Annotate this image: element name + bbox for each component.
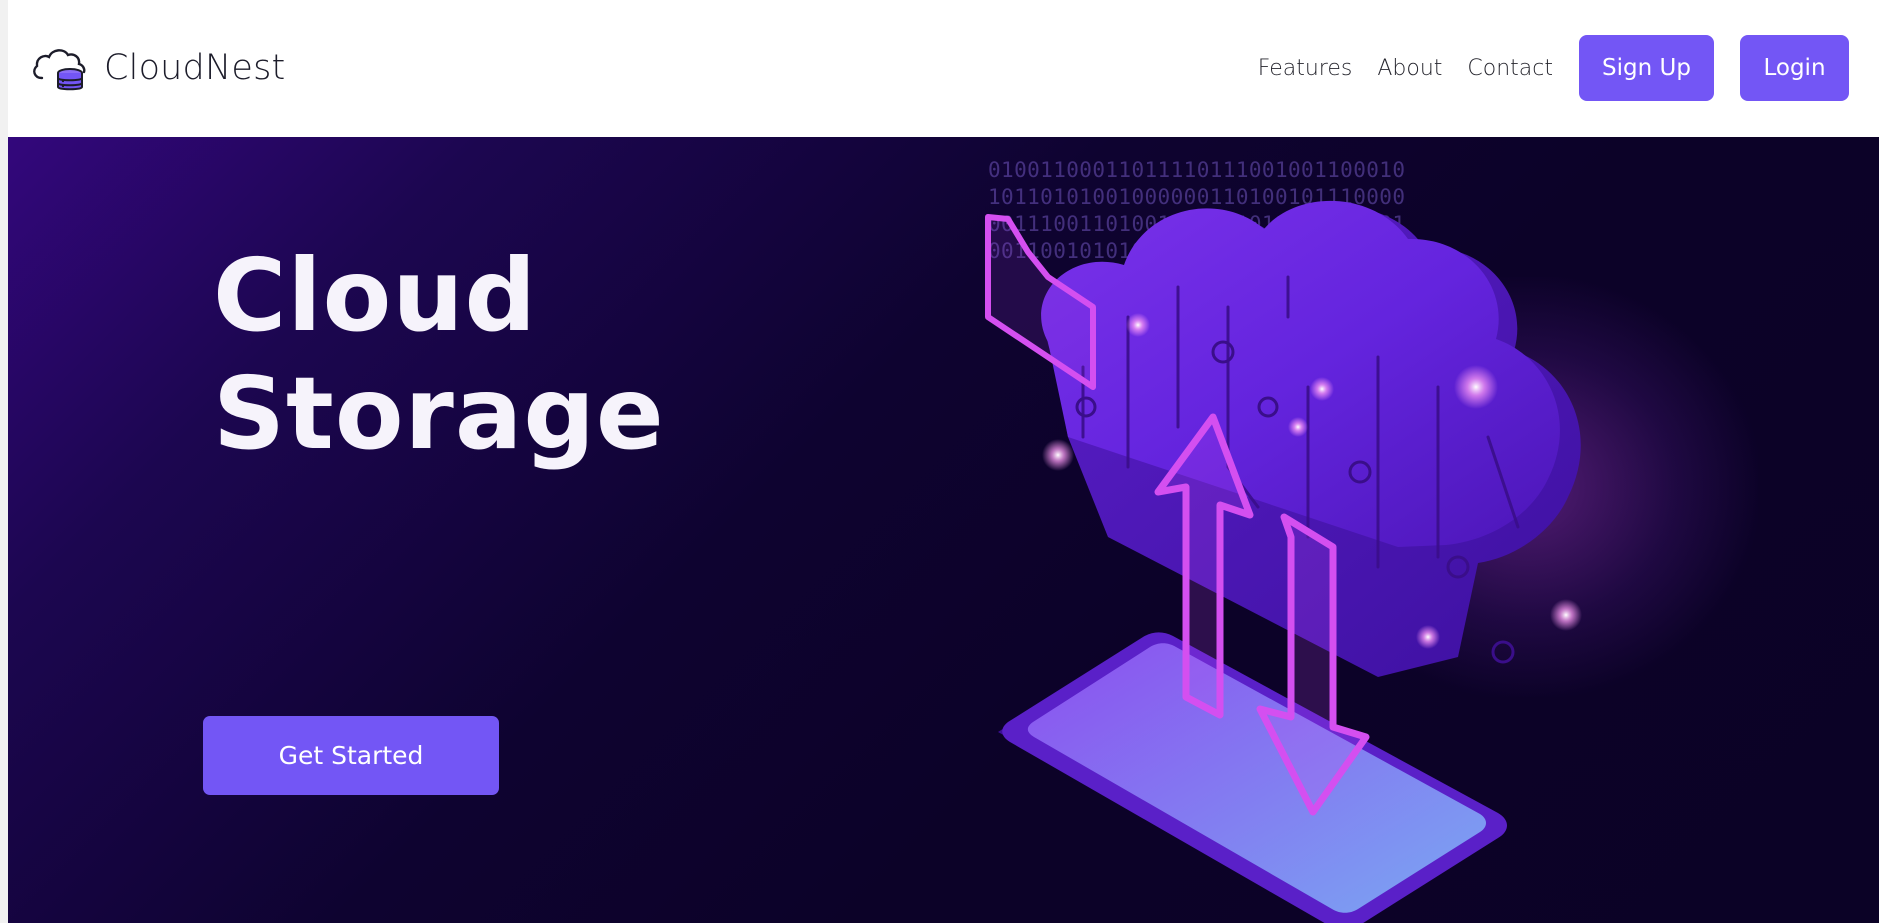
brand-name: CloudNest <box>104 48 286 88</box>
hero-title: Cloud Storage <box>213 237 733 473</box>
cloud-upload-download-icon <box>985 200 1582 923</box>
page: CloudNest Features About Contact Sign Up… <box>0 0 1879 923</box>
login-button[interactable]: Login <box>1740 35 1849 101</box>
window-edge <box>0 0 8 923</box>
nav-links: Features About Contact Sign Up Login <box>1258 35 1849 101</box>
get-started-button[interactable]: Get Started <box>203 716 499 795</box>
cloud-database-icon <box>33 49 86 91</box>
hero-title-line-1: Cloud <box>213 237 538 354</box>
nav-link-contact[interactable]: Contact <box>1467 56 1553 81</box>
nav-link-features[interactable]: Features <box>1258 56 1353 81</box>
nav-link-about[interactable]: About <box>1377 56 1442 81</box>
top-navbar: CloudNest Features About Contact Sign Up… <box>8 0 1879 137</box>
hero-section: 01001100011011110111001001100010 1011010… <box>8 137 1879 923</box>
hero-title-line-2: Storage <box>213 355 665 472</box>
brand[interactable]: CloudNest <box>30 42 285 94</box>
sign-up-button[interactable]: Sign Up <box>1579 35 1714 101</box>
